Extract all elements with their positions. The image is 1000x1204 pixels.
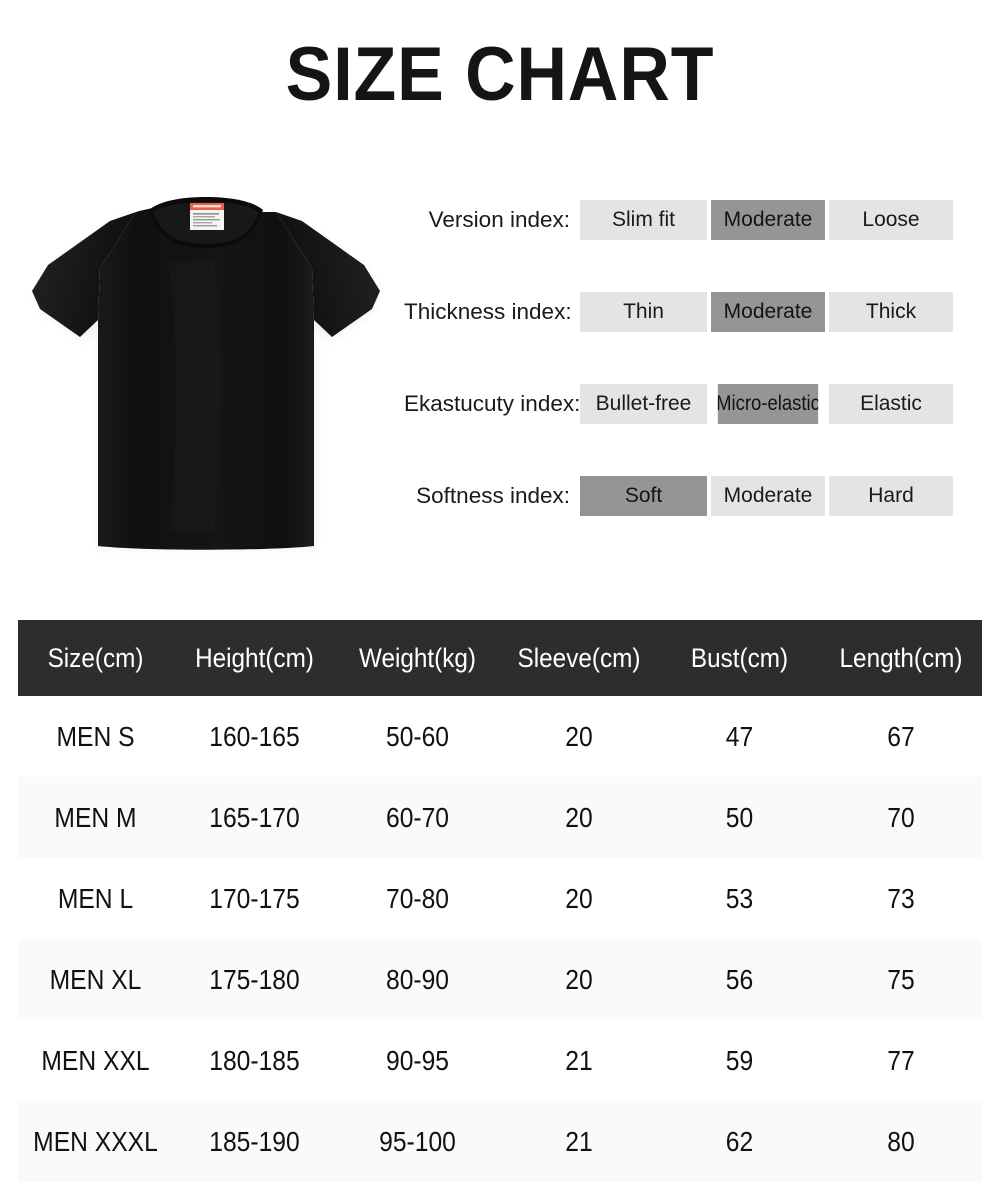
cell-sleeve: 21: [565, 1044, 593, 1076]
index-option-elasticity-2[interactable]: Elastic: [829, 384, 953, 424]
index-label-elasticity: Ekastucuty index:: [404, 391, 581, 416]
cell-weight: 95-100: [379, 1125, 456, 1157]
cell-length: 73: [887, 882, 915, 914]
column-header-size: Size(cm): [47, 643, 144, 673]
cell-sleeve: 20: [565, 801, 593, 833]
index-option-version-1[interactable]: Moderate: [711, 200, 825, 240]
cell-weight: 80-90: [385, 963, 450, 995]
cell-height: 185-190: [209, 1125, 300, 1157]
index-option-softness-1[interactable]: Moderate: [711, 476, 825, 516]
cell-weight: 90-95: [385, 1044, 450, 1076]
tshirt-sheen: [168, 262, 220, 532]
cell-sleeve: 20: [565, 720, 593, 752]
cell-bust: 53: [725, 882, 754, 914]
table-row: MEN XL 175-180 80-90 20 56 75: [18, 939, 982, 1020]
tshirt-care-label: [190, 203, 224, 230]
index-option-thickness-0[interactable]: Thin: [580, 292, 707, 332]
cell-size: MEN M: [54, 801, 137, 833]
index-row-elasticity: Ekastucuty index: Bullet-free Micro-elas…: [404, 384, 982, 424]
cell-height: 175-180: [209, 963, 300, 995]
index-option-thickness-1[interactable]: Moderate: [711, 292, 825, 332]
cell-height: 180-185: [209, 1044, 300, 1076]
index-label-version: Version index:: [428, 207, 570, 232]
cell-bust: 62: [725, 1125, 754, 1157]
column-header-length: Length(cm): [839, 643, 963, 673]
index-option-version-2[interactable]: Loose: [829, 200, 953, 240]
index-options-softness: Soft Moderate Hard: [580, 476, 953, 516]
page-title: SIZE CHART: [285, 32, 715, 117]
cell-size: MEN XXL: [41, 1044, 150, 1076]
product-image-tshirt: [18, 172, 392, 560]
index-options-elasticity: Bullet-free Micro-elastic Elastic: [580, 384, 953, 424]
cell-bust: 59: [725, 1044, 754, 1076]
cell-bust: 50: [725, 801, 754, 833]
index-option-softness-0[interactable]: Soft: [580, 476, 707, 516]
index-row-thickness: Thickness index: Thin Moderate Thick: [404, 292, 982, 332]
cell-sleeve: 21: [565, 1125, 593, 1157]
cell-size: MEN XL: [49, 963, 142, 995]
cell-weight: 50-60: [385, 720, 450, 752]
index-row-softness: Softness index: Soft Moderate Hard: [404, 476, 982, 516]
cell-height: 160-165: [209, 720, 300, 752]
cell-bust: 47: [725, 720, 754, 752]
table-row: MEN XXXL 185-190 95-100 21 62 80: [18, 1101, 982, 1182]
table-row: MEN L 170-175 70-80 20 53 73: [18, 858, 982, 939]
table-row: MEN XXL 180-185 90-95 21 59 77: [18, 1020, 982, 1101]
index-option-version-0[interactable]: Slim fit: [580, 200, 707, 240]
cell-length: 75: [887, 963, 915, 995]
cell-length: 70: [887, 801, 915, 833]
column-header-sleeve: Sleeve(cm): [517, 643, 641, 673]
cell-sleeve: 20: [565, 882, 593, 914]
index-option-elasticity-0[interactable]: Bullet-free: [580, 384, 707, 424]
size-table: Size(cm) Height(cm) Weight(kg) Sleeve(cm…: [18, 620, 982, 1182]
column-header-height: Height(cm): [195, 643, 314, 673]
index-label-softness: Softness index:: [416, 483, 570, 508]
table-row: MEN M 165-170 60-70 20 50 70: [18, 777, 982, 858]
index-option-thickness-2[interactable]: Thick: [829, 292, 953, 332]
table-row: MEN S 160-165 50-60 20 47 67: [18, 696, 982, 777]
column-header-bust: Bust(cm): [690, 643, 789, 673]
column-header-weight: Weight(kg): [358, 643, 477, 673]
index-label-thickness: Thickness index:: [404, 299, 572, 324]
cell-bust: 56: [725, 963, 754, 995]
cell-size: MEN XXXL: [33, 1125, 158, 1157]
index-options-version: Slim fit Moderate Loose: [580, 200, 953, 240]
table-header-row: Size(cm) Height(cm) Weight(kg) Sleeve(cm…: [18, 620, 982, 696]
cell-size: MEN S: [56, 720, 135, 752]
cell-length: 67: [887, 720, 915, 752]
cell-length: 80: [887, 1125, 915, 1157]
cell-height: 170-175: [209, 882, 300, 914]
index-panel: Version index: Slim fit Moderate Loose T…: [404, 196, 982, 528]
cell-length: 77: [887, 1044, 915, 1076]
index-option-softness-2[interactable]: Hard: [829, 476, 953, 516]
index-row-version: Version index: Slim fit Moderate Loose: [404, 200, 982, 240]
cell-size: MEN L: [57, 882, 134, 914]
index-options-thickness: Thin Moderate Thick: [580, 292, 953, 332]
cell-sleeve: 20: [565, 963, 593, 995]
cell-weight: 60-70: [385, 801, 450, 833]
cell-height: 165-170: [209, 801, 300, 833]
index-option-elasticity-1[interactable]: Micro-elastic: [717, 384, 819, 424]
cell-weight: 70-80: [385, 882, 450, 914]
